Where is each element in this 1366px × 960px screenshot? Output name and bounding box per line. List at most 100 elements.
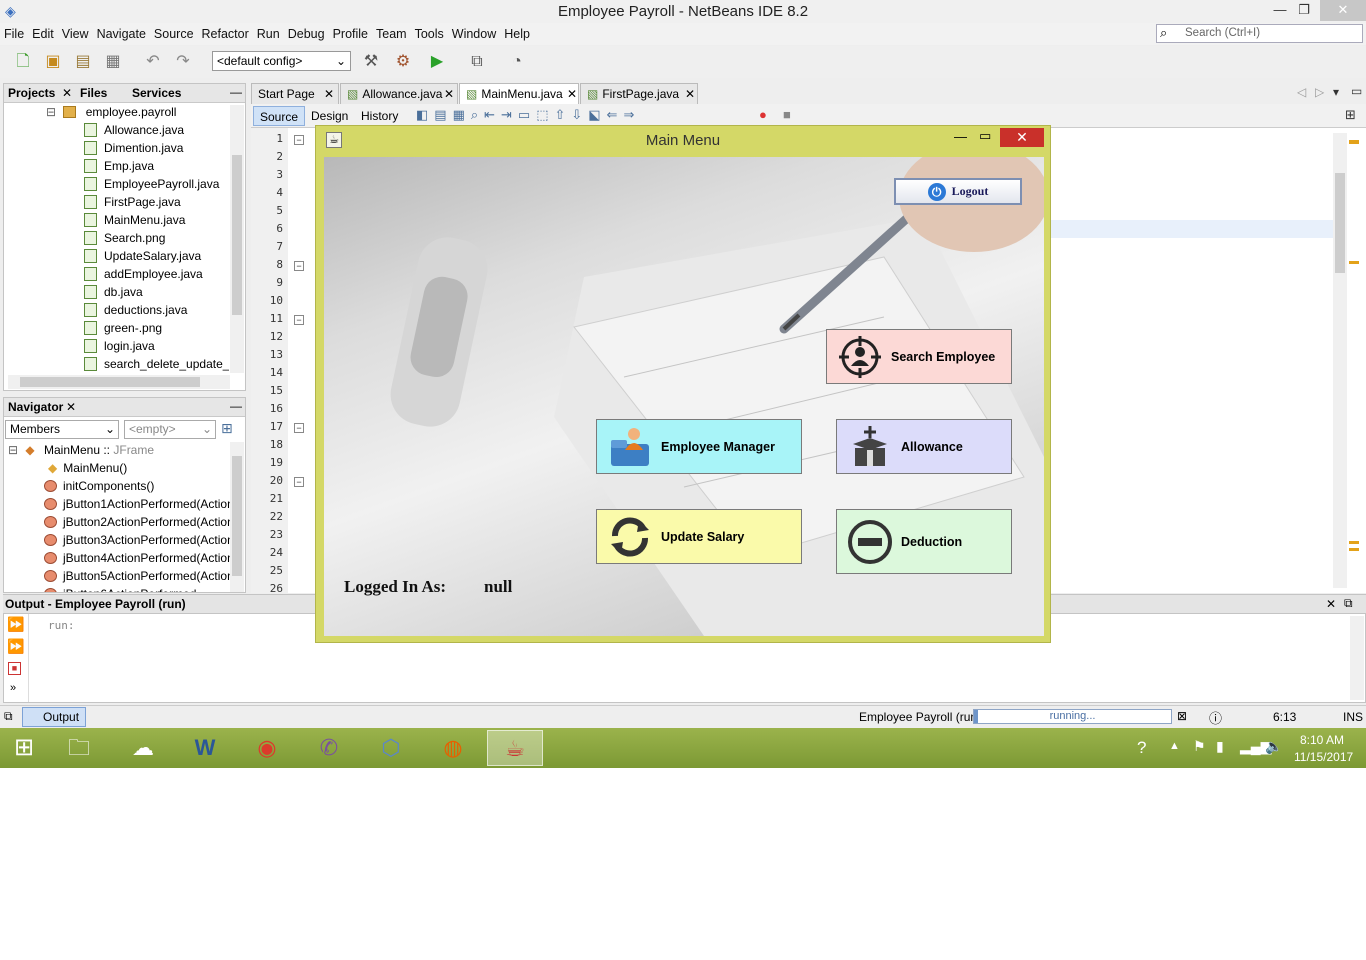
navigator-root[interactable]: ⊟ ◆ MainMenu :: JFrame bbox=[8, 443, 154, 461]
filter-icon[interactable]: ⊞ bbox=[221, 420, 233, 437]
minimize-panel-icon[interactable]: — bbox=[230, 399, 242, 413]
viber-icon[interactable]: ✆ bbox=[302, 730, 356, 766]
menu-file[interactable]: File bbox=[0, 23, 28, 41]
deduction-button[interactable]: Deduction bbox=[836, 509, 1012, 574]
list-item[interactable]: Search.png bbox=[84, 231, 165, 249]
scrollbar-thumb[interactable] bbox=[20, 377, 200, 387]
list-item[interactable]: jButton5ActionPerformed(ActionE bbox=[44, 569, 242, 587]
menu-edit[interactable]: Edit bbox=[28, 23, 58, 41]
menu-profile[interactable]: Profile bbox=[329, 23, 372, 41]
search-employee-button[interactable]: Search Employee bbox=[826, 329, 1012, 384]
maximize-button[interactable]: ▭ bbox=[979, 128, 991, 144]
windows-start-icon[interactable]: ⊞ bbox=[0, 730, 48, 766]
vertical-scrollbar[interactable] bbox=[230, 105, 244, 373]
menu-refactor[interactable]: Refactor bbox=[198, 23, 253, 41]
menu-team[interactable]: Team bbox=[372, 23, 411, 41]
list-item[interactable]: jButton2ActionPerformed(ActionE bbox=[44, 515, 242, 533]
list-item[interactable]: MainMenu.java bbox=[84, 213, 185, 231]
scroll-left-icon[interactable]: ◁ bbox=[1297, 85, 1306, 99]
run-icon[interactable]: ▶ bbox=[426, 51, 448, 73]
split-icon[interactable]: ⊞ bbox=[1345, 107, 1356, 123]
tab-mainmenu[interactable]: ▧ MainMenu.java ✕ bbox=[459, 83, 579, 104]
word-icon[interactable]: W bbox=[178, 730, 232, 766]
menu-debug[interactable]: Debug bbox=[284, 23, 329, 41]
list-item[interactable]: search_delete_update_in bbox=[84, 357, 229, 375]
fold-icon[interactable]: − bbox=[294, 315, 304, 325]
close-icon[interactable]: ✕ bbox=[62, 86, 72, 100]
new-file-icon[interactable]: 🗋 bbox=[12, 51, 34, 73]
warning-marker[interactable] bbox=[1349, 261, 1359, 264]
tab-start-page[interactable]: Start Page ✕ bbox=[251, 83, 339, 104]
cancel-task-icon[interactable]: ⊠ bbox=[1177, 709, 1187, 723]
logout-button[interactable]: ⏻ Logout bbox=[894, 178, 1022, 205]
record-macro-icon[interactable]: ● bbox=[759, 107, 767, 122]
firefox-icon[interactable]: ◍ bbox=[426, 730, 480, 766]
scrollbar-thumb[interactable] bbox=[1335, 173, 1345, 273]
undo-icon[interactable]: ↶ bbox=[142, 51, 164, 73]
close-icon[interactable]: ✕ bbox=[567, 87, 577, 101]
file-explorer-icon[interactable]: 🗀 bbox=[52, 730, 106, 766]
close-icon[interactable]: ✕ bbox=[1326, 597, 1336, 611]
restore-icon[interactable]: ⧉ bbox=[1344, 596, 1353, 611]
stop-icon[interactable]: ■ bbox=[8, 662, 21, 675]
minimize-button[interactable]: — bbox=[954, 129, 967, 144]
minimize-panel-icon[interactable]: — bbox=[230, 85, 242, 99]
fold-icon[interactable]: − bbox=[294, 477, 304, 487]
scrollbar-thumb[interactable] bbox=[232, 456, 242, 576]
package-node[interactable]: ⊟ employee.payroll bbox=[46, 105, 176, 123]
menu-navigate[interactable]: Navigate bbox=[93, 23, 150, 41]
more-icon[interactable]: » bbox=[10, 682, 16, 694]
warning-marker[interactable] bbox=[1349, 140, 1359, 144]
allowance-button[interactable]: Allowance bbox=[836, 419, 1012, 474]
close-icon[interactable]: ✕ bbox=[324, 87, 334, 101]
list-item[interactable]: UpdateSalary.java bbox=[84, 249, 201, 267]
close-icon[interactable]: ✕ bbox=[444, 87, 454, 101]
tab-files[interactable]: Files bbox=[80, 86, 107, 100]
list-item[interactable]: deductions.java bbox=[84, 303, 187, 321]
filter-select[interactable]: <empty> ⌄ bbox=[124, 420, 216, 439]
list-item[interactable]: jButton1ActionPerformed(ActionE bbox=[44, 497, 242, 515]
list-item[interactable]: initComponents() bbox=[44, 479, 154, 497]
tab-list-icon[interactable]: ▾ bbox=[1333, 85, 1339, 99]
employee-manager-button[interactable]: Employee Manager bbox=[596, 419, 802, 474]
warning-marker[interactable] bbox=[1349, 541, 1359, 544]
list-item[interactable]: login.java bbox=[84, 339, 155, 357]
clock-time[interactable]: 8:10 AM bbox=[1300, 733, 1344, 747]
menu-source[interactable]: Source bbox=[150, 23, 198, 41]
rerun-icon[interactable]: ⏩ bbox=[7, 616, 24, 633]
java-app-taskbar-icon[interactable]: ☕ bbox=[487, 730, 543, 766]
redo-icon[interactable]: ↷ bbox=[172, 51, 194, 73]
close-button[interactable]: ✕ bbox=[1320, 0, 1366, 21]
warning-marker[interactable] bbox=[1349, 548, 1359, 551]
close-icon[interactable]: ✕ bbox=[685, 87, 695, 101]
scroll-right-icon[interactable]: ▷ bbox=[1315, 85, 1324, 99]
list-item[interactable]: jButton6ActionPerformed bbox=[44, 587, 196, 592]
tab-projects[interactable]: Projects bbox=[8, 86, 55, 100]
virtualbox-icon[interactable]: ⬡ bbox=[364, 730, 418, 766]
tab-allowance[interactable]: ▧ Allowance.java ✕ bbox=[340, 83, 458, 104]
vertical-scrollbar[interactable] bbox=[1350, 616, 1364, 700]
new-project-icon[interactable]: ▣ bbox=[42, 51, 64, 73]
tab-source[interactable]: Source bbox=[253, 106, 306, 126]
open-project-icon[interactable]: ▤ bbox=[72, 51, 94, 73]
tab-firstpage[interactable]: ▧ FirstPage.java ✕ bbox=[580, 83, 698, 104]
restore-window-icon[interactable]: ⧉ bbox=[4, 709, 13, 724]
notifications-icon[interactable]: ⓘ bbox=[1209, 708, 1222, 727]
tab-services[interactable]: Services bbox=[132, 86, 181, 100]
menu-help[interactable]: Help bbox=[500, 23, 534, 41]
tab-design[interactable]: Design bbox=[305, 106, 354, 126]
menu-run[interactable]: Run bbox=[253, 23, 284, 41]
fold-icon[interactable]: − bbox=[294, 135, 304, 145]
search-input[interactable]: Search (Ctrl+I) bbox=[1156, 24, 1363, 43]
restore-button[interactable]: ❐ bbox=[1290, 0, 1318, 21]
show-hidden-icons-icon[interactable]: ▲ bbox=[1169, 740, 1180, 752]
update-salary-button[interactable]: Update Salary bbox=[596, 509, 802, 564]
rerun-different-icon[interactable]: ⏩ bbox=[7, 638, 24, 655]
editor-actions-icon[interactable]: ◧▤▦⌕⇤⇥▭⬚⇧⇩⬕⇐⇒ bbox=[416, 107, 640, 123]
maximize-icon[interactable]: ▭ bbox=[1351, 84, 1362, 98]
horizontal-scrollbar[interactable] bbox=[8, 375, 230, 389]
clean-build-icon[interactable]: ⚙ bbox=[392, 51, 414, 73]
vertical-scrollbar[interactable] bbox=[230, 442, 244, 592]
clock-date[interactable]: 11/15/2017 bbox=[1294, 750, 1353, 764]
stop-macro-icon[interactable]: ■ bbox=[783, 107, 791, 122]
